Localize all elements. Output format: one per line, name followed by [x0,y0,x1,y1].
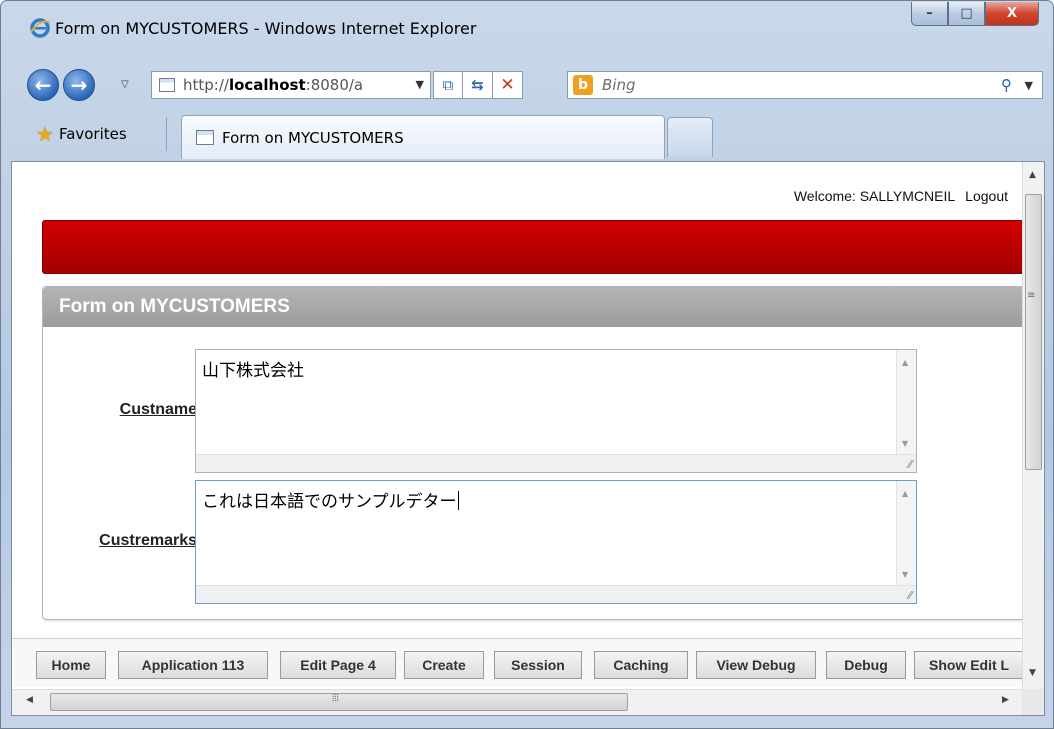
dev-application-button[interactable]: Application 113 [118,651,268,679]
welcome-text: Welcome: SALLYMCNEIL [793,188,956,204]
navigation-bar: ← → ▽ http://localhost:8080/a ▼ ⧉ ⇆ ✕ b … [1,63,1053,105]
search-options-dropdown-icon[interactable]: ▼ [1025,79,1033,92]
web-page: Welcome: SALLYMCNEIL Logout Form on MYCU… [12,162,1024,687]
maximize-button[interactable]: □ [948,2,985,26]
address-tools: ⧉ ⇆ ✕ [433,71,523,99]
text-cursor [457,491,459,510]
scroll-down-arrow-icon[interactable]: ▼ [1029,668,1036,678]
page-vertical-scrollbar[interactable]: ▲ ≡ ▼ [1022,162,1044,690]
bing-icon: b [573,75,593,95]
forward-button[interactable]: → [63,69,95,101]
developer-toolbar: Home Application 113 Edit Page 4 Create … [12,638,1024,687]
page-icon [159,78,175,92]
search-placeholder[interactable]: Bing [602,76,636,94]
recent-pages-dropdown-icon[interactable]: ▽ [121,79,129,90]
url-path: :8080/a [305,76,364,94]
back-button[interactable]: ← [27,69,59,101]
custname-label[interactable]: Custname [120,401,197,419]
scroll-down-arrow-icon[interactable]: ▼ [902,570,908,579]
dev-caching-button[interactable]: Caching [594,651,688,679]
scroll-up-arrow-icon[interactable]: ▲ [902,358,908,367]
custname-value: 山下株式会社 [202,361,304,381]
scroll-up-arrow-icon[interactable]: ▲ [1029,170,1036,180]
dev-edit-page-button[interactable]: Edit Page 4 [280,651,396,679]
content-viewport: Welcome: SALLYMCNEIL Logout Form on MYCU… [11,161,1045,716]
favorites-label: Favorites [58,125,127,143]
scroll-left-arrow-icon[interactable]: ◀ [26,695,33,705]
tab-divider [166,117,167,151]
compatibility-view-icon[interactable]: ⧉ [433,71,463,99]
scroll-down-arrow-icon[interactable]: ▼ [902,439,908,448]
custremarks-textarea[interactable]: これは日本語でのサンプルデター ▲ ▼ ⁄⁄ [195,480,917,604]
dev-show-edit-links-button[interactable]: Show Edit L [914,651,1024,679]
minimize-button[interactable]: – [911,2,948,26]
form-region: Form on MYCUSTOMERS Custname 山下株式会社 ▲ ▼ … [42,286,1024,620]
tab-form-on-mycustomers[interactable]: Form on MYCUSTOMERS [181,115,665,159]
region-title: Form on MYCUSTOMERS [43,287,1024,327]
favorites-button[interactable]: ★ Favorites [36,122,127,146]
tab-bar: ★ Favorites Form on MYCUSTOMERS [1,107,1053,159]
dev-view-debug-button[interactable]: View Debug [696,651,816,679]
scroll-grip-icon: ≡ [1027,290,1036,301]
url-host: localhost [228,76,306,94]
vertical-scroll-thumb[interactable] [1025,194,1042,470]
window-title: Form on MYCUSTOMERS - Windows Internet E… [55,19,477,38]
stop-icon[interactable]: ✕ [493,71,523,99]
tab-label: Form on MYCUSTOMERS [222,128,404,147]
window-controls: – □ X [911,2,1039,26]
logout-link[interactable]: Logout [965,188,1008,204]
url-scheme: http:// [183,76,229,94]
welcome-bar: Welcome: SALLYMCNEIL Logout [794,188,1008,204]
dev-home-button[interactable]: Home [36,651,106,679]
resize-grip-icon[interactable]: ⁄⁄ [908,589,912,602]
internet-explorer-icon [30,18,51,38]
dev-session-button[interactable]: Session [494,651,582,679]
scrollbar-corner [1022,689,1044,715]
scroll-up-arrow-icon[interactable]: ▲ [902,489,908,498]
header-banner [42,220,1024,274]
resize-grip-icon[interactable]: ⁄⁄ [908,458,912,471]
custremarks-resize-bar: ⁄⁄ [196,585,916,603]
close-button[interactable]: X [985,2,1039,26]
search-icon[interactable]: ⚲ [1001,76,1012,94]
new-tab-button[interactable] [667,117,713,157]
scroll-grip-icon: ⦙⦙⦙ [332,693,339,704]
browser-window: Form on MYCUSTOMERS - Windows Internet E… [0,0,1054,729]
tab-page-icon [196,130,214,145]
horizontal-scroll-thumb[interactable]: ⦙⦙⦙ [50,693,628,711]
search-box[interactable]: b Bing ⚲ ▼ [567,71,1043,99]
custname-scrollbar[interactable]: ▲ ▼ [896,350,916,456]
custname-resize-bar: ⁄⁄ [196,454,916,472]
favorites-star-icon: ★ [36,122,54,146]
dev-create-button[interactable]: Create [404,651,484,679]
custremarks-value: これは日本語でのサンプルデター [202,492,457,512]
custname-textarea[interactable]: 山下株式会社 ▲ ▼ ⁄⁄ [195,349,917,473]
address-bar[interactable]: http://localhost:8080/a ▼ [151,71,431,99]
address-url[interactable]: http://localhost:8080/a [183,76,383,94]
dev-debug-button[interactable]: Debug [826,651,906,679]
refresh-icon[interactable]: ⇆ [463,71,493,99]
scroll-right-arrow-icon[interactable]: ▶ [1002,695,1009,705]
page-horizontal-scrollbar[interactable]: ◀ ⦙⦙⦙ ▶ [12,689,1024,715]
address-dropdown-icon[interactable]: ▼ [416,78,424,91]
custremarks-label[interactable]: Custremarks [99,532,197,550]
custremarks-value-line: これは日本語でのサンプルデター [202,487,459,512]
title-bar: Form on MYCUSTOMERS - Windows Internet E… [1,1,1053,63]
custremarks-scrollbar[interactable]: ▲ ▼ [896,481,916,587]
